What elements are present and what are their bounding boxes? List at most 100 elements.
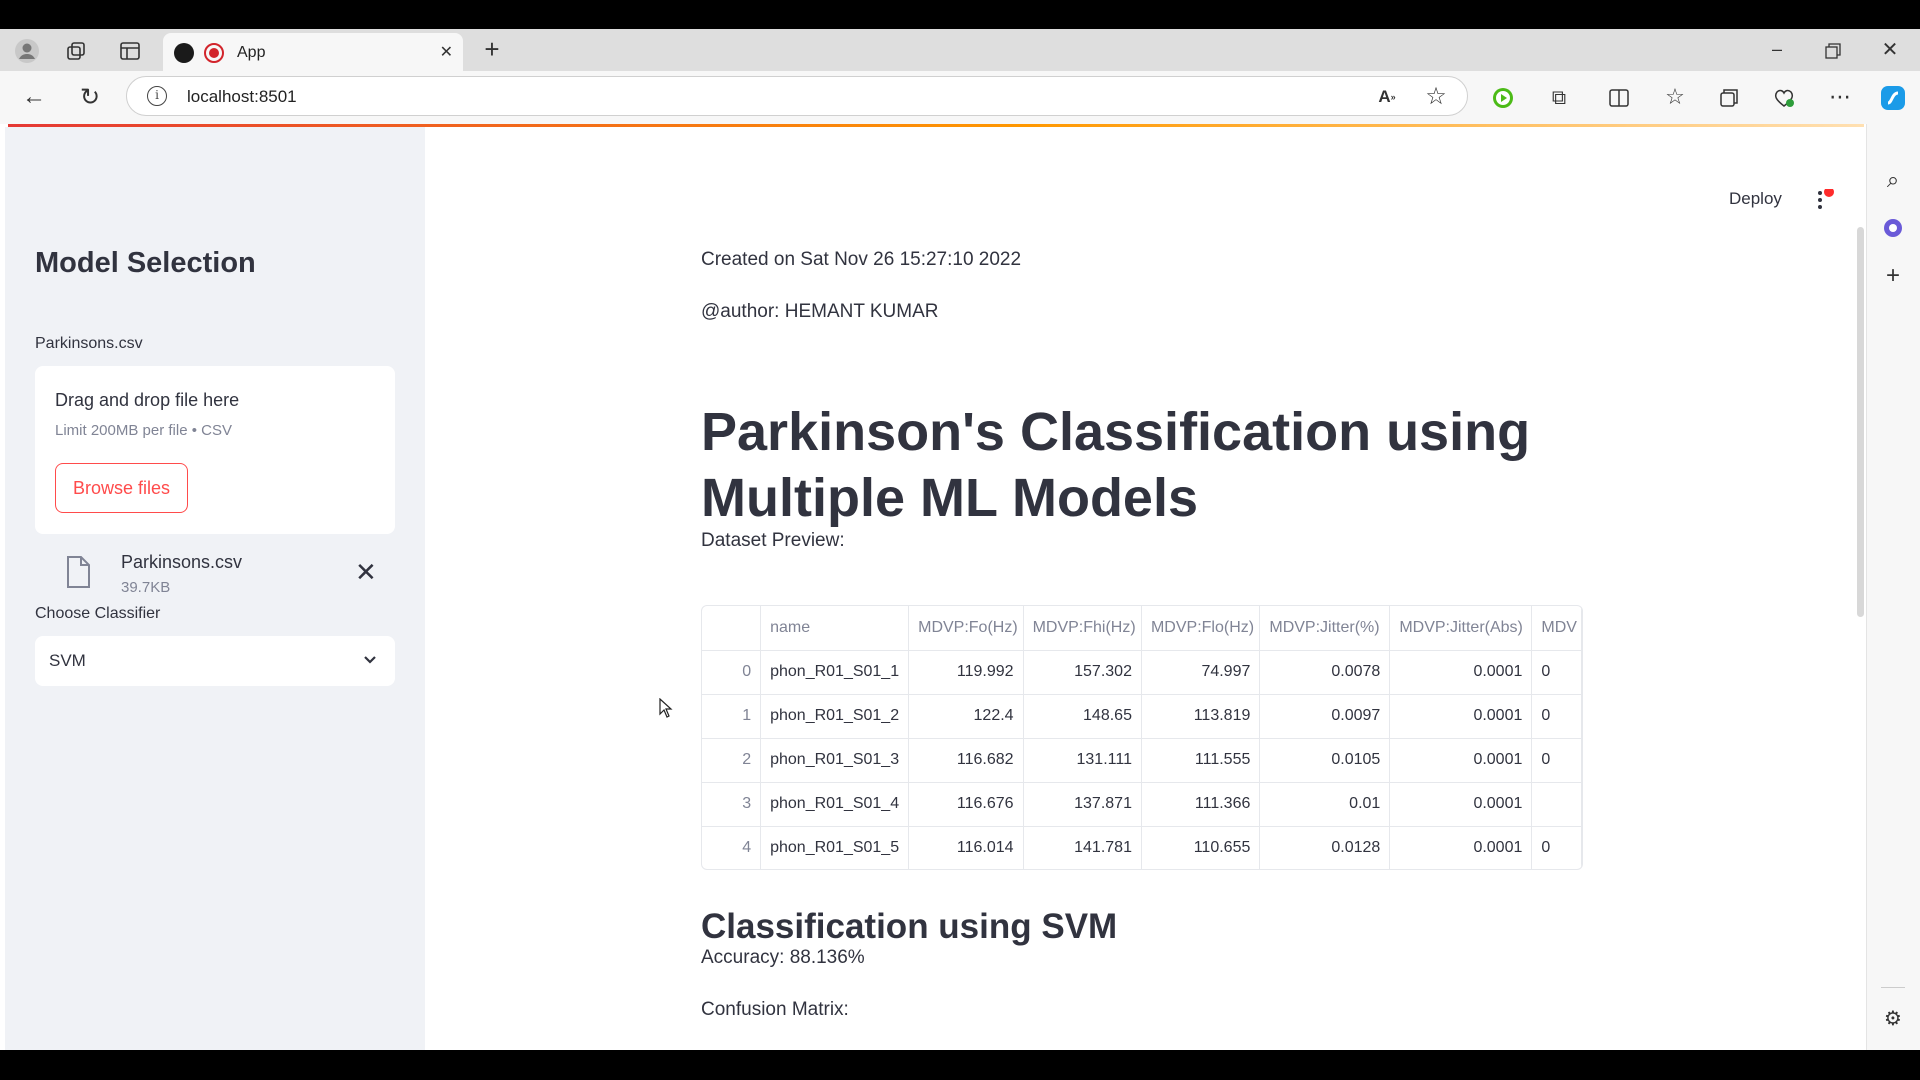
main-content	[425, 127, 1866, 1050]
table-cell: 111.555	[1141, 738, 1261, 783]
table-cell: 0.0078	[1259, 650, 1391, 695]
table-cell: 0.0001	[1389, 782, 1533, 827]
restore-icon[interactable]	[1821, 39, 1845, 63]
streamlit-favicon-icon	[174, 43, 194, 63]
profile-icon[interactable]	[12, 38, 42, 64]
tab-strip: App ✕ + – ✕	[0, 29, 1920, 71]
table-column-header[interactable]: MDVP:Fhi(Hz)	[1023, 606, 1142, 651]
media-play-icon[interactable]	[1492, 87, 1514, 109]
read-aloud-icon[interactable]: A»	[1375, 85, 1399, 109]
table-row[interactable]: 2 phon_R01_S01_3 116.682 131.111 111.555 0.01…	[702, 738, 1582, 783]
table-column-header[interactable]: MDVP:Flo(Hz)	[1141, 606, 1261, 651]
table-column-header[interactable]: MDVP:Jitter(%)	[1259, 606, 1391, 651]
collections-icon[interactable]	[1717, 86, 1741, 110]
copilot-icon[interactable]	[1878, 83, 1908, 113]
browser-essentials-icon[interactable]	[1772, 86, 1796, 110]
scrollbar[interactable]	[1857, 227, 1864, 617]
author-text: @author: HEMANT KUMAR	[701, 301, 939, 322]
favorites-icon[interactable]: ☆	[1662, 84, 1688, 110]
tab-app[interactable]: App ✕	[163, 33, 463, 71]
dataset-preview-label: Dataset Preview:	[701, 530, 845, 551]
extensions-icon[interactable]: ⧉	[1547, 86, 1571, 110]
table-cell: 0.0105	[1259, 738, 1391, 783]
classifier-select[interactable]: SVM	[35, 636, 395, 686]
table-cell: 131.111	[1023, 738, 1142, 783]
recording-icon	[204, 43, 224, 63]
table-cell: 0	[1531, 738, 1582, 783]
remove-file-icon[interactable]: ✕	[355, 557, 377, 588]
table-cell: 148.65	[1023, 694, 1142, 739]
tab-close-icon[interactable]: ✕	[440, 42, 453, 62]
table-row[interactable]: 4 phon_R01_S01_5 116.014 141.781 110.655 0.01…	[702, 826, 1582, 869]
table-cell: 0	[1531, 650, 1582, 695]
table-cell: 0	[1531, 826, 1582, 869]
table-cell: 119.992	[908, 650, 1024, 695]
tab-actions-icon[interactable]	[118, 40, 142, 62]
table-column-header[interactable]: MDVP:Fo(Hz)	[908, 606, 1024, 651]
table-cell: 137.871	[1023, 782, 1142, 827]
table-cell: 0.0001	[1389, 738, 1533, 783]
table-cell: 0.0001	[1389, 694, 1533, 739]
more-menu-icon[interactable]: ⋯	[1827, 84, 1853, 110]
table-cell: 110.655	[1141, 826, 1261, 869]
workspaces-icon[interactable]	[64, 40, 88, 62]
table-cell: 116.682	[908, 738, 1024, 783]
confusion-matrix-label: Confusion Matrix:	[701, 999, 849, 1020]
table-row[interactable]: 0 phon_R01_S01_1 119.992 157.302 74.997 0.007…	[702, 650, 1582, 695]
table-cell: phon_R01_S01_4	[760, 782, 910, 827]
table-row[interactable]: 3 phon_R01_S01_4 116.676 137.871 111.366 0.01…	[702, 782, 1582, 827]
dropzone-limit: Limit 200MB per file • CSV	[55, 422, 232, 439]
row-index-cell: 1	[702, 694, 762, 739]
reload-icon[interactable]: ↻	[76, 84, 104, 111]
table-cell: 113.819	[1141, 694, 1261, 739]
minimize-icon[interactable]: –	[1765, 37, 1789, 61]
add-sidebar-icon[interactable]: +	[1881, 262, 1905, 289]
url-text[interactable]: localhost:8501	[187, 87, 297, 107]
table-column-header[interactable]: name	[760, 606, 910, 651]
edge-divider	[1881, 987, 1905, 988]
browser-window: App ✕ + – ✕ ← ↻ i localhost:8501 A» ☆ ⧉ …	[0, 29, 1920, 1050]
table-cell: 157.302	[1023, 650, 1142, 695]
file-dropzone[interactable]: Drag and drop file here Limit 200MB per …	[35, 366, 395, 534]
dataset-table[interactable]: name MDVP:Fo(Hz) MDVP:Fhi(Hz) MDVP:Flo(Hz) M…	[701, 605, 1583, 870]
deploy-button[interactable]: Deploy	[1729, 189, 1782, 209]
new-tab-icon[interactable]: +	[480, 34, 504, 64]
table-cell: phon_R01_S01_2	[760, 694, 910, 739]
table-cell: 0.0097	[1259, 694, 1391, 739]
table-cell: 111.366	[1141, 782, 1261, 827]
table-cell: 122.4	[908, 694, 1024, 739]
table-cell: 0	[1531, 694, 1582, 739]
uploaded-file-name: Parkinsons.csv	[121, 552, 243, 572]
settings-gear-icon[interactable]: ⚙	[1881, 1006, 1905, 1030]
favorite-star-icon[interactable]: ☆	[1423, 83, 1449, 110]
office-icon[interactable]	[1881, 216, 1905, 240]
site-info-icon[interactable]: i	[147, 86, 167, 106]
row-index-cell: 0	[702, 650, 762, 695]
table-cell: phon_R01_S01_1	[760, 650, 910, 695]
sidebar-title: Model Selection	[35, 247, 256, 279]
search-icon[interactable]: ⌕	[1881, 167, 1905, 192]
address-bar[interactable]: i localhost:8501 A» ☆	[126, 76, 1468, 116]
chevron-down-icon	[361, 650, 379, 673]
table-column-header[interactable]: MDVP:Jitter(Abs)	[1389, 606, 1533, 651]
table-cell: 116.676	[908, 782, 1024, 827]
app-menu-icon[interactable]	[1816, 187, 1836, 216]
row-index-cell: 4	[702, 826, 762, 869]
back-icon[interactable]: ←	[20, 83, 48, 110]
accuracy-text: Accuracy: 88.136%	[701, 947, 865, 968]
table-column-header[interactable]: MDV	[1531, 606, 1582, 651]
table-column-header[interactable]	[702, 606, 762, 651]
table-cell: 141.781	[1023, 826, 1142, 869]
table-cell: 0.0001	[1389, 826, 1533, 869]
table-row[interactable]: 1 phon_R01_S01_2 122.4 148.65 113.819 0.0097 0…	[702, 694, 1582, 739]
classifier-value: SVM	[49, 651, 86, 670]
uploaded-file-size: 39.7KB	[121, 579, 171, 596]
window-close-icon[interactable]: ✕	[1878, 37, 1902, 61]
uploader-label: Parkinsons.csv	[35, 335, 143, 352]
split-screen-icon[interactable]	[1607, 86, 1631, 110]
address-toolbar: ← ↻ i localhost:8501 A» ☆ ⧉ ☆ ⋯	[0, 71, 1920, 124]
table-cell	[1531, 782, 1582, 827]
edge-sidebar: ⌕ + ⚙	[1866, 124, 1920, 1050]
browse-files-button[interactable]: Browse files	[55, 463, 188, 513]
classifier-label: Choose Classifier	[35, 605, 161, 622]
